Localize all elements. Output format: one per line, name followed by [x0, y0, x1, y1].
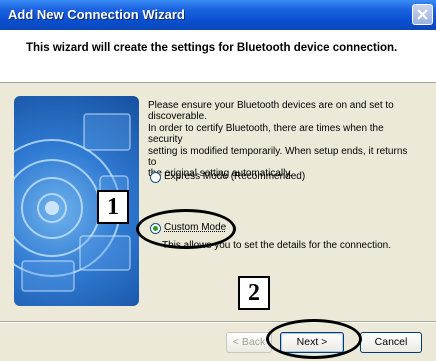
- callout-step-2: 2: [238, 276, 270, 310]
- message-line: Please ensure your Bluetooth devices are…: [148, 100, 394, 111]
- highlight-custom-mode: [136, 209, 236, 249]
- express-mode-label: Express Mode (Recommended): [164, 171, 306, 182]
- back-button[interactable]: < Back: [226, 332, 272, 353]
- message-line: discoverable.: [148, 111, 207, 123]
- highlight-next-button: [266, 319, 362, 359]
- cancel-button[interactable]: Cancel: [360, 332, 422, 353]
- message-line: In order to certify Bluetooth, there are…: [148, 122, 384, 146]
- header-text: This wizard will create the settings for…: [26, 42, 398, 54]
- callout-step-1: 1: [97, 190, 129, 224]
- close-icon: [417, 9, 428, 20]
- window-title: Add New Connection Wizard: [8, 7, 185, 22]
- wizard-header: This wizard will create the settings for…: [0, 30, 436, 83]
- footer-divider: [0, 321, 436, 323]
- close-button[interactable]: [412, 4, 433, 25]
- express-mode-radio[interactable]: [150, 172, 161, 183]
- title-bar: Add New Connection Wizard: [0, 0, 436, 30]
- info-message: Please ensure your Bluetooth devices are…: [148, 100, 418, 180]
- express-mode-option[interactable]: Express Mode (Recommended): [148, 171, 318, 185]
- message-line: setting is modified temporarily. When se…: [148, 145, 408, 169]
